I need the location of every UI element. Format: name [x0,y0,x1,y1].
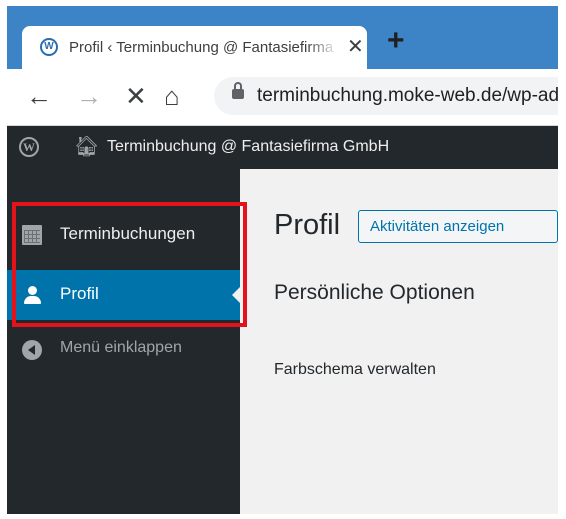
tab-title: Profil ‹ Terminbuchung @ Fantasiefirma G… [69,39,339,56]
sidebar-item-label: Menü einklappen [60,339,182,356]
address-bar[interactable]: terminbuchung.moke-web.de/wp-admin/profi… [214,77,558,115]
home-button-icon[interactable]: ⌂ [164,79,180,113]
site-name-link[interactable]: Terminbuchung @ Fantasiefirma GmbH [107,138,389,156]
stop-loading-icon[interactable]: ✕ [125,79,147,113]
wp-favicon-icon: W [40,38,58,56]
view-activities-button[interactable]: Aktivitäten anzeigen [358,210,558,243]
url-text[interactable]: terminbuchung.moke-web.de/wp-admin/profi… [257,85,558,107]
wp-admin-bar: W 🏠︎ Terminbuchung @ Fantasiefirma GmbH [7,126,558,169]
browser-tab[interactable]: W Profil ‹ Terminbuchung @ Fantasiefirma… [22,26,367,70]
forward-arrow-icon[interactable]: → [76,79,102,113]
browser-toolbar: ← → ✕ ⌂ terminbuchung.moke-web.de/wp-adm… [7,69,558,126]
collapse-icon [22,340,42,360]
page-title: Profil [274,209,341,241]
main-content: Profil Aktivitäten anzeigen Persönliche … [240,169,558,514]
new-tab-button[interactable]: + [387,24,405,58]
section-title: Persönliche Optionen [274,281,475,304]
wordpress-logo-icon[interactable]: W [19,137,39,157]
lock-icon[interactable] [232,82,244,99]
close-tab-icon[interactable]: ✕ [347,35,364,59]
color-scheme-label: Farbschema verwalten [274,361,436,378]
collapse-menu-button[interactable]: Menü einklappen [7,325,240,375]
back-arrow-icon[interactable]: ← [26,79,52,113]
home-icon[interactable]: 🏠︎ [74,135,99,159]
browser-window: W Profil ‹ Terminbuchung @ Fantasiefirma… [7,6,558,514]
tab-strip: W Profil ‹ Terminbuchung @ Fantasiefirma… [7,6,558,70]
highlight-box [12,202,247,327]
